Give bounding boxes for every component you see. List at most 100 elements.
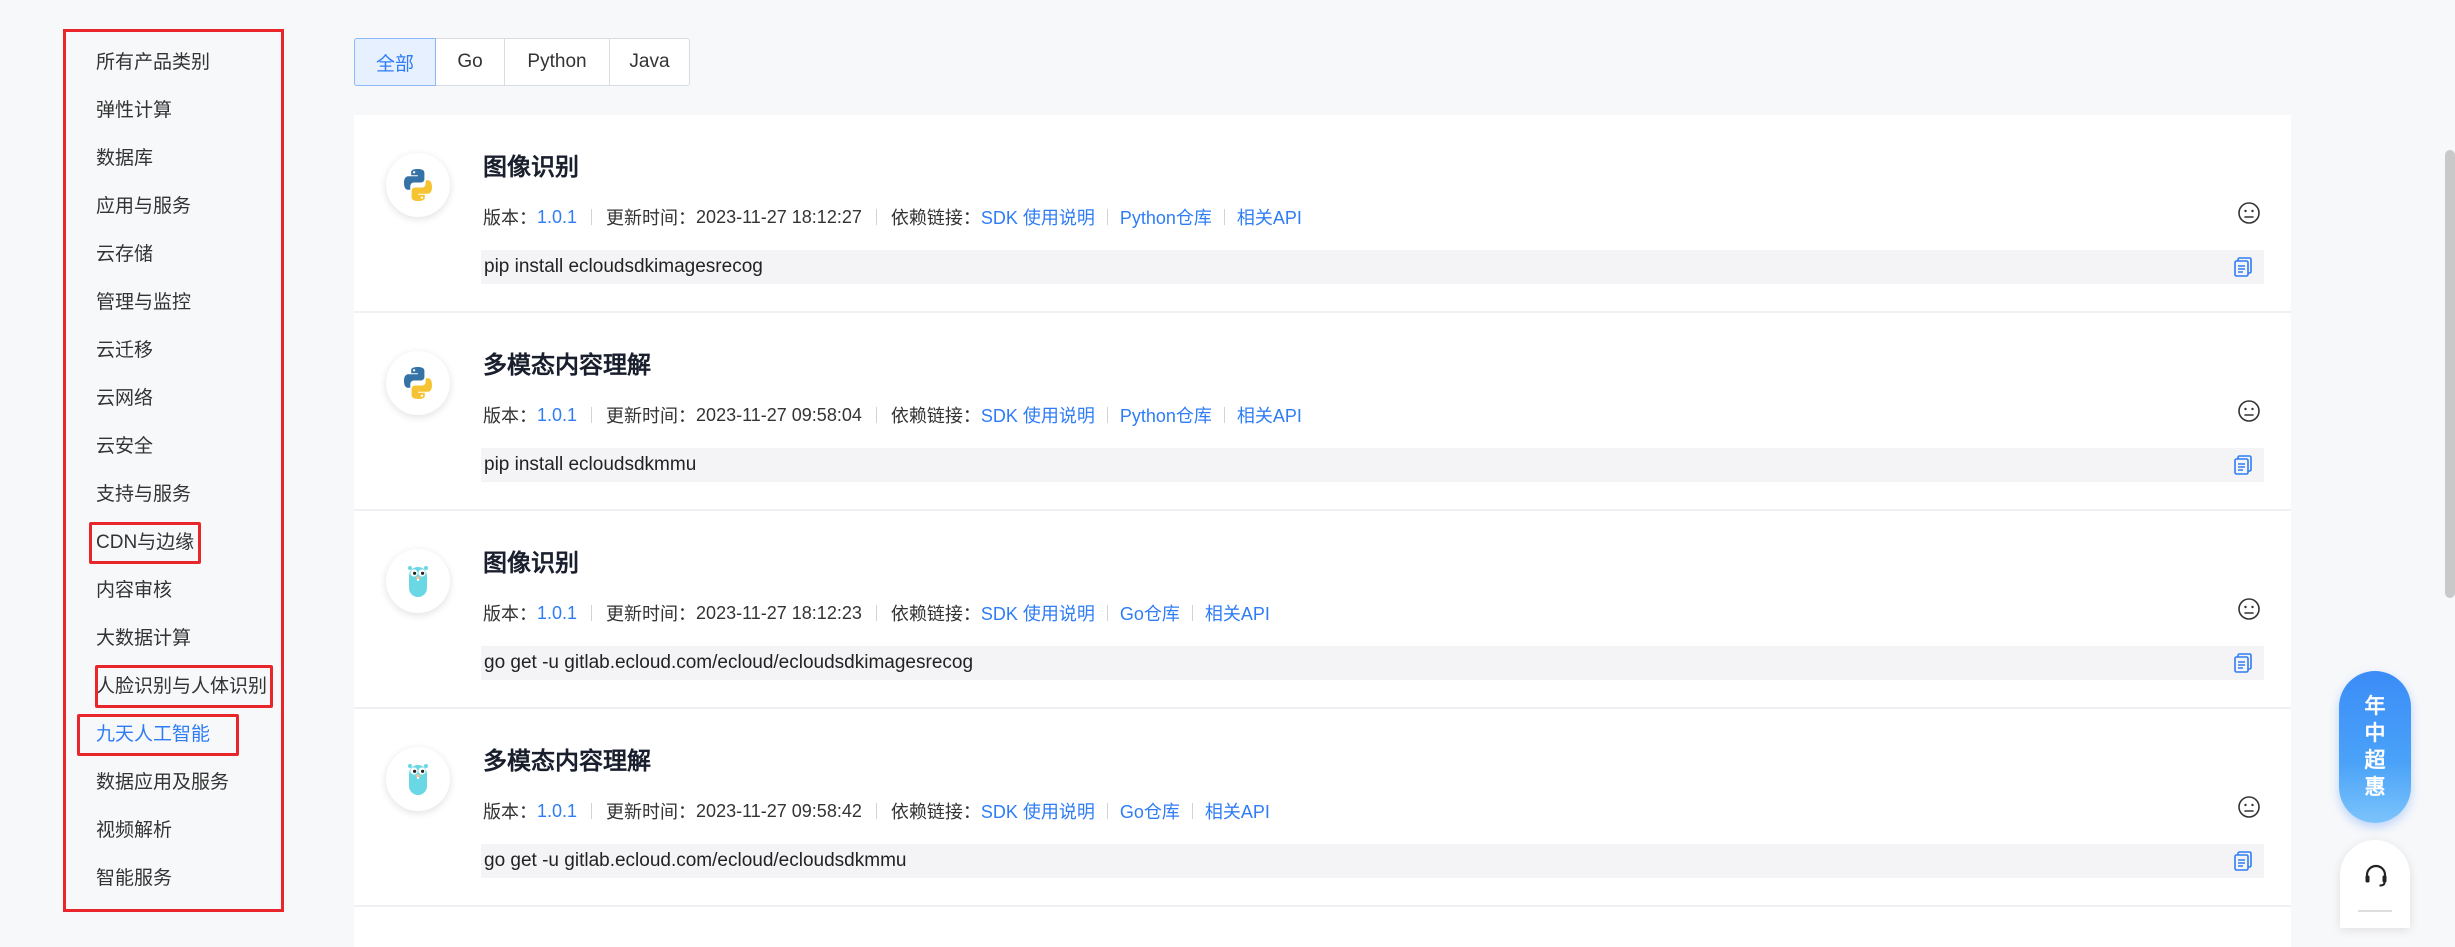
divider (591, 209, 593, 225)
divider (1106, 209, 1108, 225)
promo-float-button[interactable]: 年 中 超 惠 (2339, 671, 2411, 823)
divider (1191, 803, 1193, 819)
divider (591, 803, 593, 819)
updated-label: 更新时间： (606, 604, 697, 624)
install-command-text: go get -u gitlab.ecloud.com/ecloud/eclou… (484, 652, 974, 673)
divider (591, 605, 593, 621)
deps-label: 依赖链接： (890, 604, 981, 624)
version-label: 版本： (483, 208, 537, 228)
updated-label: 更新时间： (606, 802, 697, 822)
sidebar-item-big-data[interactable]: 大数据计算 (96, 627, 191, 651)
repo-link[interactable]: Go仓库 (1120, 798, 1180, 824)
promo-char: 中 (2364, 722, 2386, 745)
sdk-card: 多模态内容理解 版本： 1.0.1 更新时间： 2023-11-27 09:58… (354, 709, 2291, 907)
neutral-face-icon[interactable] (2237, 795, 2261, 819)
divider (875, 209, 877, 225)
related-api-link[interactable]: 相关API (1205, 600, 1270, 626)
sdk-doc-link[interactable]: SDK 使用说明 (981, 204, 1095, 230)
repo-link[interactable]: Python仓库 (1120, 402, 1212, 428)
sidebar-item-video-analysis[interactable]: 视频解析 (96, 819, 172, 843)
divider (1191, 605, 1193, 621)
sidebar-item-support-services[interactable]: 支持与服务 (96, 483, 191, 507)
customer-service-button[interactable] (2340, 840, 2410, 928)
sdk-card: 图像识别 版本： 1.0.1 更新时间： 2023-11-27 18:12:23… (354, 511, 2291, 709)
tab-java[interactable]: Java (609, 38, 690, 86)
version-value[interactable]: 1.0.1 (537, 603, 577, 624)
sidebar-item-cloud-migration[interactable]: 云迁移 (96, 339, 153, 363)
copy-icon[interactable] (2232, 454, 2254, 476)
install-command: go get -u gitlab.ecloud.com/ecloud/eclou… (481, 646, 2264, 680)
install-command-text: go get -u gitlab.ecloud.com/ecloud/eclou… (484, 850, 907, 871)
install-command-text: pip install ecloudsdkmmu (484, 454, 697, 475)
updated-value: 2023-11-27 09:58:04 (696, 404, 862, 425)
promo-char: 惠 (2364, 776, 2386, 799)
sidebar-item-jiutian-ai[interactable]: 九天人工智能 (96, 723, 210, 747)
promo-char: 年 (2364, 695, 2386, 718)
sidebar-item-elastic-compute[interactable]: 弹性计算 (96, 99, 172, 123)
sidebar-item-cloud-storage[interactable]: 云存储 (96, 243, 153, 267)
related-api-link[interactable]: 相关API (1205, 798, 1270, 824)
sdk-meta: 版本： 1.0.1 更新时间： 2023-11-27 09:58:04 依赖链接… (483, 402, 1302, 428)
page-scrollbar[interactable] (2445, 150, 2455, 598)
install-command: pip install ecloudsdkmmu (481, 448, 2264, 482)
updated-value: 2023-11-27 09:58:42 (696, 800, 862, 821)
sdk-meta: 版本： 1.0.1 更新时间： 2023-11-27 09:58:42 依赖链接… (483, 798, 1270, 824)
promo-char: 超 (2364, 749, 2386, 772)
divider (2358, 910, 2392, 912)
deps-label: 依赖链接： (890, 406, 981, 426)
updated-label: 更新时间： (606, 208, 697, 228)
sidebar-item-cloud-network[interactable]: 云网络 (96, 387, 153, 411)
neutral-face-icon[interactable] (2237, 201, 2261, 225)
version-label: 版本： (483, 604, 537, 624)
language-tabs: 全部 Go Python Java (354, 38, 690, 86)
sidebar-item-cdn-edge[interactable]: CDN与边缘 (96, 531, 194, 555)
sdk-title: 图像识别 (483, 550, 579, 577)
version-value[interactable]: 1.0.1 (537, 801, 577, 822)
go-gopher-logo-icon (386, 549, 450, 613)
sdk-card: 图像识别 版本： 1.0.1 更新时间： 2023-11-27 18:12:27… (354, 115, 2291, 313)
related-api-link[interactable]: 相关API (1237, 402, 1302, 428)
sidebar-item-face-body-recognition[interactable]: 人脸识别与人体识别 (96, 675, 267, 699)
repo-link[interactable]: Python仓库 (1120, 204, 1212, 230)
sidebar-item-management-monitoring[interactable]: 管理与监控 (96, 291, 191, 315)
sdk-title: 多模态内容理解 (483, 352, 651, 379)
neutral-face-icon[interactable] (2237, 597, 2261, 621)
sdk-doc-link[interactable]: SDK 使用说明 (981, 798, 1095, 824)
sdk-card-partial (354, 907, 2291, 947)
version-label: 版本： (483, 406, 537, 426)
divider (1106, 803, 1108, 819)
sdk-meta: 版本： 1.0.1 更新时间： 2023-11-27 18:12:27 依赖链接… (483, 204, 1302, 230)
deps-label: 依赖链接： (890, 802, 981, 822)
version-label: 版本： (483, 802, 537, 822)
tab-python[interactable]: Python (504, 38, 610, 86)
sidebar-item-all-products[interactable]: 所有产品类别 (96, 51, 210, 75)
updated-value: 2023-11-27 18:12:23 (696, 602, 862, 623)
sdk-doc-link[interactable]: SDK 使用说明 (981, 402, 1095, 428)
deps-label: 依赖链接： (890, 208, 981, 228)
sdk-doc-link[interactable]: SDK 使用说明 (981, 600, 1095, 626)
sidebar-item-cloud-security[interactable]: 云安全 (96, 435, 153, 459)
version-value[interactable]: 1.0.1 (537, 207, 577, 228)
install-command-text: pip install ecloudsdkimagesrecog (484, 256, 763, 277)
python-logo-icon (386, 351, 450, 415)
copy-icon[interactable] (2232, 652, 2254, 674)
neutral-face-icon[interactable] (2237, 399, 2261, 423)
related-api-link[interactable]: 相关API (1237, 204, 1302, 230)
tab-go[interactable]: Go (435, 38, 505, 86)
divider (875, 605, 877, 621)
divider (1106, 407, 1108, 423)
divider (1223, 407, 1225, 423)
copy-icon[interactable] (2232, 256, 2254, 278)
sidebar-item-apps-services[interactable]: 应用与服务 (96, 195, 191, 219)
sidebar-item-database[interactable]: 数据库 (96, 147, 153, 171)
version-value[interactable]: 1.0.1 (537, 405, 577, 426)
tab-all[interactable]: 全部 (354, 38, 436, 86)
sidebar-item-content-moderation[interactable]: 内容审核 (96, 579, 172, 603)
sidebar-item-data-apps[interactable]: 数据应用及服务 (96, 771, 229, 795)
sdk-meta: 版本： 1.0.1 更新时间： 2023-11-27 18:12:23 依赖链接… (483, 600, 1270, 626)
sdk-title: 图像识别 (483, 154, 579, 181)
headset-icon (2365, 864, 2387, 887)
sidebar-item-smart-services[interactable]: 智能服务 (96, 867, 172, 891)
repo-link[interactable]: Go仓库 (1120, 600, 1180, 626)
copy-icon[interactable] (2232, 850, 2254, 872)
